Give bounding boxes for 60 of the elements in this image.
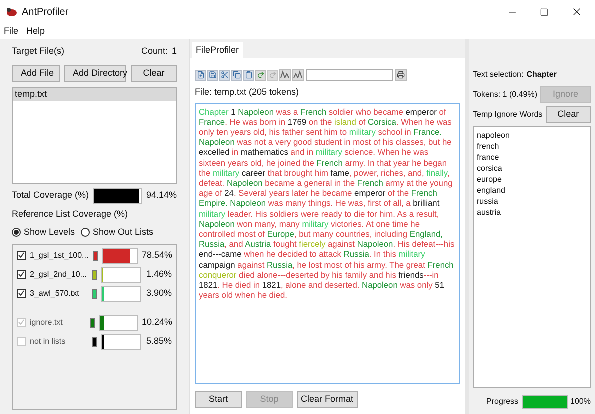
ignore-words-label: Temp Ignore Words [473,108,543,120]
list-name: 3_awl_570.txt [30,288,80,300]
coverage-value: 5.85% [145,334,172,348]
list-name: ignore.txt [30,316,64,328]
search-field[interactable] [306,69,393,81]
redo-icon [267,70,278,80]
save-icon[interactable] [207,70,218,80]
radio-option[interactable]: Show Out Lists [81,226,154,240]
list-name: 1_gsl_1st_100... [30,250,89,262]
tokens-label: Tokens: 1 (0.49%) [473,88,538,100]
text-area[interactable]: Chapter 1 Napoleon was a French soldier who became emperor of France. He was born in 1769 on the island of Corsica. When he was only ten years old, his father sent him to military school in France. Napoleon was not a very good student in most of his classes, but he excelled in mathematics and in military science. When he was sixteen years old, he joined the French army. In that year he began the military career that brought him fame, power, riches, and, finally, defeat. Napoleon became a general in the French army at the young age of 24. Several years later he became emperor of the French Empire. Napoleon was many things. He was, first of all, a brilliant military leader. His soldiers were ready to die for him. As a result, Napoleon won many, many military victories. At one time he controlled most of Europe, but many countries, including England, Russia, and Austria fought fiercely against Napoleon. His defeat---his end---came when he decided to attack Russia. In this military campaign against Russia, he lost most of his army. The great French conqueror died alone---deserted by his family and his friends---in 1821. He died in 1821, alone and deserted. Napoleon was only 51 years old when he died. [195,102,460,384]
printer-icon[interactable] [395,69,407,81]
checkbox[interactable] [17,270,26,279]
new-file-icon[interactable] [195,70,206,80]
redo-icon[interactable] [255,70,266,80]
radio-option[interactable]: Show Levels [12,226,76,240]
clipboard-icon[interactable] [243,70,254,80]
menu-item[interactable]: File [4,24,19,38]
clear-button[interactable]: Clear [131,64,177,82]
ignore-word[interactable]: france [477,152,587,163]
add-directory-button[interactable]: Add Directory [64,64,126,82]
file-info: File: temp.txt (205 tokens) [195,86,300,99]
clear-button[interactable]: Clear [546,106,591,123]
selection-value: Chapter [526,69,557,81]
close-icon[interactable] [571,6,583,18]
ignore-word[interactable]: russia [477,196,587,207]
scissors-icon[interactable] [219,70,230,80]
list-name: not in lists [30,336,67,348]
coverage-value: 78.54% [142,248,172,262]
ignore-word[interactable]: french [477,141,587,152]
ignore-word[interactable]: napoleon [477,130,587,141]
total-coverage-label: Total Coverage (%) [12,188,90,202]
maximize-icon[interactable] [540,8,549,16]
window-title: AntProfiler [22,6,69,20]
coverage-value: 3.90% [145,286,172,300]
tab[interactable]: FileProfiler [192,42,244,58]
ant-logo-icon [6,7,18,17]
menu-item[interactable]: Help [26,24,46,38]
action-button[interactable]: Start [195,390,242,408]
checkbox[interactable] [17,289,26,298]
progress-label: Progress [486,396,519,408]
selection-label: Text selection: [473,69,524,81]
add-file-button[interactable]: Add File [12,64,60,82]
checkbox[interactable] [17,251,26,260]
ignore-word[interactable]: austria [477,207,587,218]
action-button[interactable]: Clear Format [297,390,358,408]
coverage-value: 10.24% [142,316,172,329]
count-label: Count: [141,45,168,58]
ignore-word[interactable]: corsica [477,163,587,174]
progress-value: 100% [570,396,591,408]
section-label: Reference List Coverage (%) [12,208,130,221]
coverage-value: 1.46% [145,268,172,281]
ignore-word[interactable]: europe [477,174,587,185]
list-name: 2_gsl_2nd_10... [30,268,88,280]
file-list-item[interactable]: temp.txt [13,88,176,100]
section-label: Target File(s) [12,45,65,58]
total-coverage-value: 94.14% [146,188,177,202]
ignore-word[interactable]: england [477,185,587,196]
count-value: 1 [172,45,177,58]
copy-icon[interactable] [231,70,242,80]
